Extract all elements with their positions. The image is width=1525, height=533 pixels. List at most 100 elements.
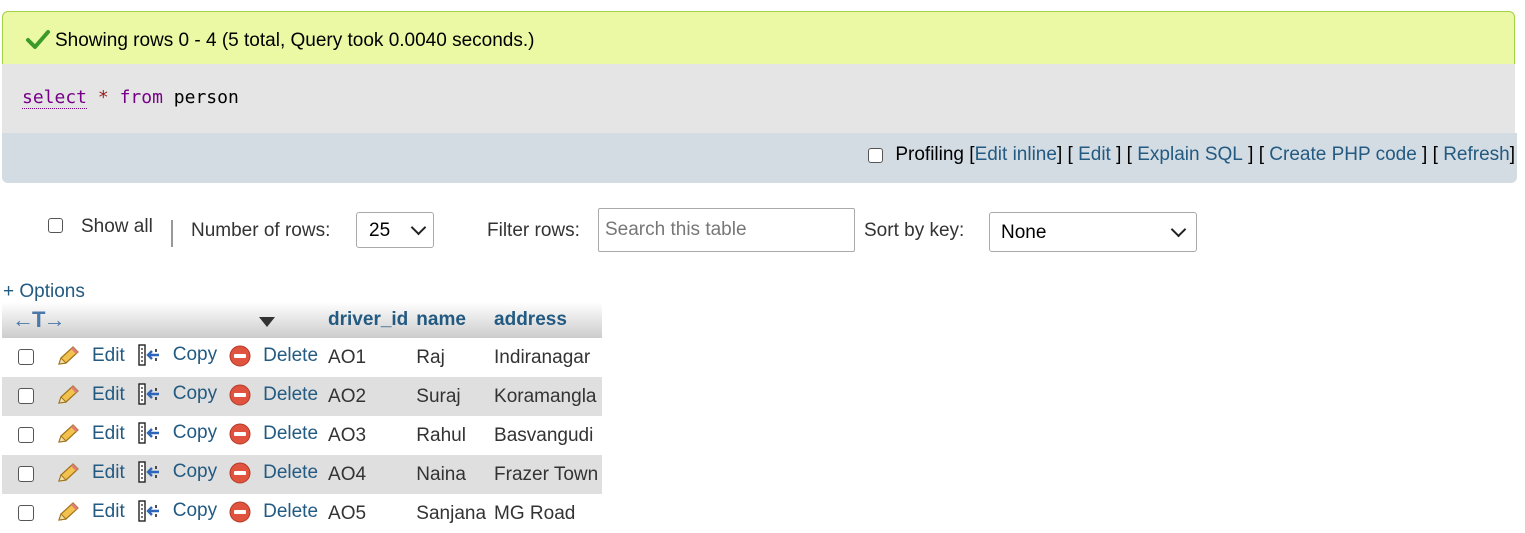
cell-name[interactable]: Naina	[412, 455, 491, 494]
bracket-sep: ] [	[1416, 144, 1444, 165]
number-of-rows-value: 25	[369, 220, 391, 241]
copy-icon	[137, 421, 167, 445]
row-checkbox[interactable]	[18, 388, 34, 405]
row-actions-cell: Edit Copy Delete	[52, 377, 325, 416]
cell-name[interactable]: Rahul	[412, 416, 491, 455]
sql-keyword-from: from	[119, 87, 163, 108]
bracket-open: [	[964, 144, 975, 165]
column-header-driver-id[interactable]: driver_id	[324, 302, 413, 338]
edit-row-button[interactable]: Edit	[56, 462, 125, 484]
delete-label: Delete	[263, 383, 319, 405]
cell-driver-id[interactable]: AO4	[324, 455, 413, 494]
table-row[interactable]: Edit Copy Delete AO3 Rahul Basvangudi	[2, 416, 603, 455]
cell-driver-id[interactable]: AO3	[324, 416, 413, 455]
pencil-icon	[56, 501, 86, 523]
copy-row-button[interactable]: Copy	[137, 382, 217, 406]
row-actions-cell: Edit Copy Delete	[52, 455, 325, 494]
table-row[interactable]: Edit Copy Delete AO2 Suraj Koramangla	[2, 377, 603, 416]
edit-row-button[interactable]: Edit	[56, 345, 125, 367]
query-tools-bar: Profiling [Edit inline ] [ Edit ] [ Expla…	[2, 133, 1517, 183]
copy-icon	[137, 499, 167, 523]
delete-row-button[interactable]: Delete	[229, 345, 318, 367]
sql-query-box[interactable]: select * from person	[2, 64, 1515, 133]
cell-name[interactable]: Raj	[412, 338, 491, 377]
edit-row-button[interactable]: Edit	[56, 384, 125, 406]
table-row[interactable]: Edit Copy Delete AO4 Naina Frazer Town	[2, 455, 603, 494]
divider	[171, 220, 173, 247]
number-of-rows-label: Number of rows:	[191, 220, 331, 241]
explain-sql-link[interactable]: Explain SQL	[1137, 144, 1243, 166]
sort-by-key-select[interactable]: None	[989, 212, 1197, 252]
chevron-down-icon	[1170, 221, 1187, 238]
success-message-text: Showing rows 0 - 4 (5 total, Query took …	[55, 30, 535, 51]
row-actions-cell: Edit Copy Delete	[52, 494, 325, 533]
row-actions-cell: Edit Copy Delete	[52, 338, 325, 377]
edit-inline-link[interactable]: Edit inline	[975, 144, 1057, 166]
copy-row-button[interactable]: Copy	[137, 421, 217, 445]
column-header-driver-id-link[interactable]: driver_id	[328, 309, 408, 330]
delete-label: Delete	[263, 344, 319, 366]
chevron-down-icon	[410, 219, 427, 236]
delete-icon	[229, 423, 257, 445]
refresh-link[interactable]: Refresh	[1443, 144, 1510, 166]
cell-driver-id[interactable]: AO1	[324, 338, 413, 377]
column-header-address-link[interactable]: address	[494, 309, 567, 330]
table-row[interactable]: Edit Copy Delete AO5 Sanjana MG Road	[2, 494, 603, 533]
cell-address[interactable]: Frazer Town	[490, 455, 603, 494]
column-arrows[interactable]: ←T→	[6, 307, 65, 332]
copy-icon	[137, 382, 167, 406]
edit-row-button[interactable]: Edit	[56, 423, 125, 445]
delete-row-button[interactable]: Delete	[229, 462, 318, 484]
delete-icon	[229, 462, 257, 484]
row-checkbox[interactable]	[18, 466, 34, 483]
row-select-cell	[2, 494, 52, 533]
copy-label: Copy	[172, 421, 218, 443]
edit-row-button[interactable]: Edit	[56, 501, 125, 523]
edit-label: Edit	[92, 461, 125, 483]
profiling-label: Profiling	[895, 144, 964, 165]
delete-label: Delete	[263, 461, 319, 483]
delete-row-button[interactable]: Delete	[229, 384, 318, 406]
sort-by-key-value: None	[1001, 222, 1047, 243]
column-header-name[interactable]: name	[412, 302, 491, 338]
sort-by-key-label: Sort by key:	[864, 220, 965, 241]
cell-driver-id[interactable]: AO2	[324, 377, 413, 416]
delete-row-button[interactable]: Delete	[229, 501, 318, 523]
show-all-checkbox[interactable]	[48, 218, 63, 233]
results-table: ←T→ driver_id name address Edit Copy Delet…	[2, 302, 603, 533]
cell-driver-id[interactable]: AO5	[324, 494, 413, 533]
row-checkbox[interactable]	[18, 505, 34, 522]
copy-row-button[interactable]: Copy	[137, 343, 217, 367]
number-of-rows-select[interactable]: 25	[356, 212, 434, 248]
copy-icon	[137, 343, 167, 367]
cell-address[interactable]: Koramangla	[490, 377, 603, 416]
edit-label: Edit	[92, 383, 125, 405]
bracket-sep: ] [	[1242, 144, 1270, 165]
cell-address[interactable]: MG Road	[490, 494, 603, 533]
sort-triangle-icon[interactable]	[258, 316, 275, 327]
create-php-code-link[interactable]: Create PHP code	[1269, 144, 1417, 166]
column-header-name-link[interactable]: name	[416, 309, 466, 330]
row-select-cell	[2, 338, 52, 377]
delete-label: Delete	[263, 500, 319, 522]
copy-row-button[interactable]: Copy	[137, 460, 217, 484]
profiling-checkbox[interactable]	[868, 147, 884, 163]
delete-icon	[229, 345, 257, 367]
row-checkbox[interactable]	[18, 427, 34, 444]
cell-address[interactable]: Basvangudi	[490, 416, 603, 455]
table-row[interactable]: Edit Copy Delete AO1 Raj Indiranagar	[2, 338, 603, 377]
cell-name[interactable]: Suraj	[412, 377, 491, 416]
row-checkbox[interactable]	[18, 349, 34, 366]
sql-table-name: person	[173, 87, 239, 108]
options-link[interactable]: + Options	[3, 281, 85, 303]
delete-icon	[229, 501, 257, 523]
copy-row-button[interactable]: Copy	[137, 499, 217, 523]
sql-query-code: select * from person	[22, 87, 239, 109]
filter-rows-input[interactable]	[598, 208, 855, 252]
row-select-cell	[2, 377, 52, 416]
delete-row-button[interactable]: Delete	[229, 423, 318, 445]
cell-name[interactable]: Sanjana	[412, 494, 491, 533]
edit-link[interactable]: Edit	[1078, 144, 1111, 166]
cell-address[interactable]: Indiranagar	[490, 338, 603, 377]
column-header-address[interactable]: address	[490, 302, 603, 338]
